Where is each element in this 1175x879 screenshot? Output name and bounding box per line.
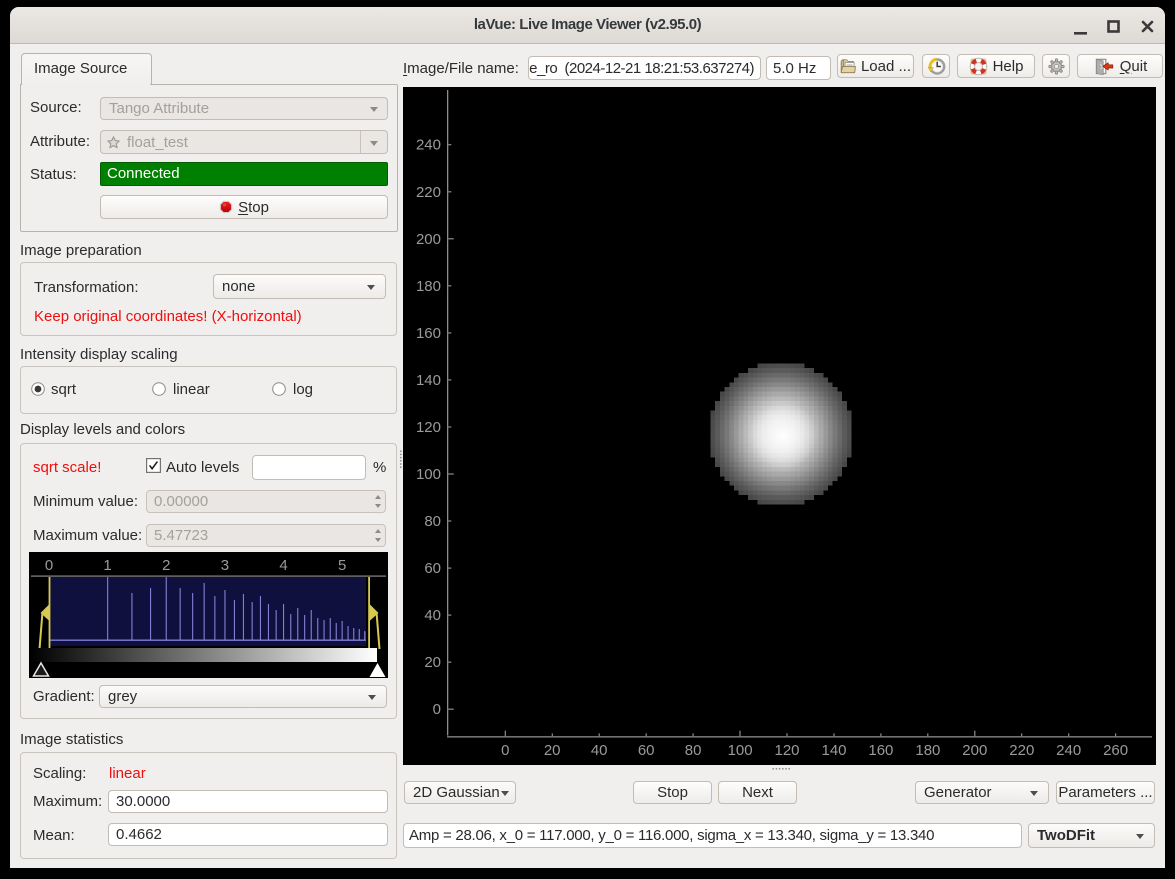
svg-text:0: 0 (433, 701, 441, 718)
svg-text:0: 0 (501, 742, 509, 759)
svg-text:180: 180 (915, 742, 940, 759)
svg-text:200: 200 (416, 231, 441, 248)
svg-text:200: 200 (962, 742, 987, 759)
svg-text:3: 3 (221, 557, 229, 574)
svg-text:80: 80 (685, 742, 702, 759)
svg-text:5: 5 (338, 557, 346, 574)
svg-text:120: 120 (416, 419, 441, 436)
svg-text:120: 120 (774, 742, 799, 759)
svg-text:60: 60 (424, 560, 441, 577)
svg-text:1: 1 (103, 557, 111, 574)
svg-text:180: 180 (416, 278, 441, 295)
svg-text:40: 40 (424, 607, 441, 624)
svg-text:160: 160 (416, 325, 441, 342)
svg-text:4: 4 (279, 557, 287, 574)
svg-text:20: 20 (544, 742, 561, 759)
svg-text:260: 260 (1103, 742, 1128, 759)
svg-text:140: 140 (821, 742, 846, 759)
svg-text:0: 0 (45, 557, 53, 574)
svg-text:220: 220 (1009, 742, 1034, 759)
svg-text:40: 40 (591, 742, 608, 759)
svg-text:2: 2 (162, 557, 170, 574)
svg-text:60: 60 (638, 742, 655, 759)
svg-text:240: 240 (416, 137, 441, 154)
svg-text:220: 220 (416, 184, 441, 201)
svg-text:80: 80 (424, 513, 441, 530)
svg-text:240: 240 (1056, 742, 1081, 759)
svg-text:100: 100 (416, 466, 441, 483)
svg-text:140: 140 (416, 372, 441, 389)
svg-text:20: 20 (424, 654, 441, 671)
svg-text:160: 160 (868, 742, 893, 759)
svg-text:100: 100 (728, 742, 753, 759)
